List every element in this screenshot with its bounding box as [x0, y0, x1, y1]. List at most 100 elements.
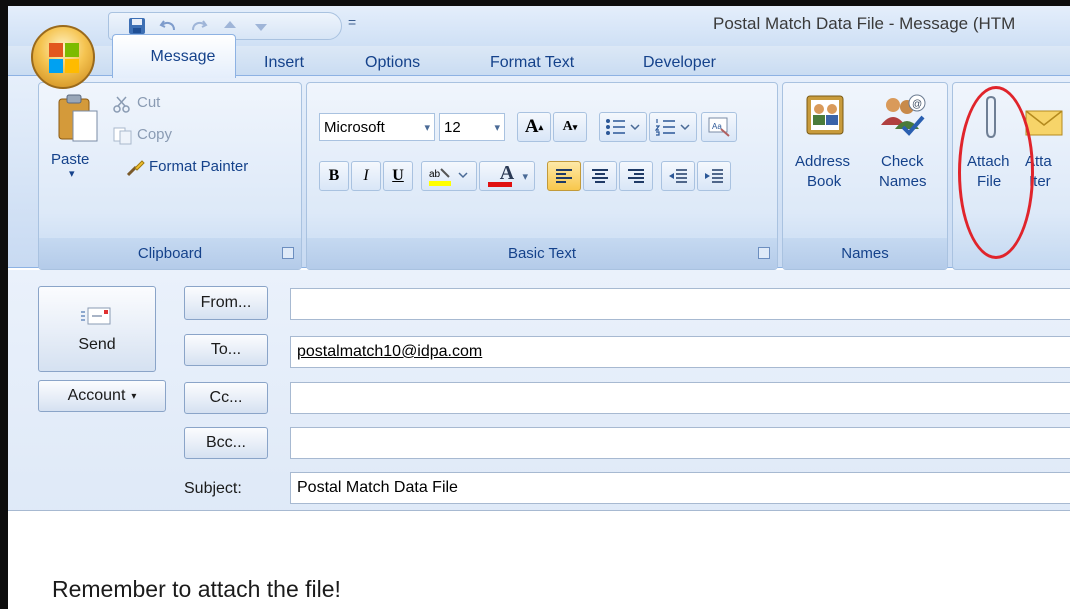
underline-button[interactable]: U — [383, 161, 413, 191]
shrink-font-icon: A — [562, 119, 573, 134]
font-color-dropdown-icon[interactable]: ▾ — [522, 170, 528, 183]
from-field[interactable] — [290, 288, 1070, 320]
bullet-list-icon — [606, 119, 640, 135]
message-body-text: Remember to attach the file! — [52, 576, 341, 602]
highlight-button[interactable]: ab — [421, 161, 477, 191]
tab-insert[interactable]: Insert — [264, 54, 304, 72]
bcc-button[interactable]: Bcc... — [184, 427, 268, 459]
check-names-label-2: Names — [879, 173, 927, 190]
attach-item-label-1: Atta — [1025, 153, 1052, 170]
attach-file-button[interactable]: Attach File — [959, 89, 1023, 209]
tab-message[interactable]: Message — [112, 34, 236, 78]
cut-label: Cut — [137, 94, 161, 111]
next-item-icon[interactable] — [251, 16, 271, 36]
align-center-button[interactable] — [583, 161, 617, 191]
previous-item-icon[interactable] — [220, 16, 240, 36]
address-book-label-2: Book — [807, 173, 842, 190]
clipboard-group-label: Clipboard — [39, 238, 301, 269]
tab-message-label: Message — [150, 47, 216, 65]
attach-item-label-2: Iter — [1029, 173, 1051, 190]
send-label: Send — [78, 336, 116, 353]
include-group: Attach File Atta Iter — [952, 82, 1070, 270]
subject-field-value: Postal Match Data File — [297, 479, 458, 496]
to-field[interactable]: postalmatch10@idpa.com — [290, 336, 1070, 368]
office-logo-icon — [49, 43, 79, 73]
bullets-button[interactable] — [599, 112, 647, 142]
check-names-label-1: Check — [881, 153, 924, 170]
align-left-icon — [556, 169, 572, 183]
paste-button[interactable]: Paste ▾ — [51, 93, 101, 183]
bold-icon: B — [328, 167, 340, 184]
redo-icon[interactable] — [189, 16, 209, 36]
tab-format-text[interactable]: Format Text — [490, 54, 574, 72]
check-names-button[interactable]: @ Check Names — [869, 89, 943, 209]
account-button[interactable]: Account ▾ — [38, 380, 166, 412]
names-group-label: Names — [783, 238, 947, 269]
paste-icon — [58, 94, 98, 142]
basic-text-dialog-launcher[interactable] — [758, 247, 770, 259]
numbering-button[interactable] — [649, 112, 697, 142]
to-field-value[interactable]: postalmatch10@idpa.com — [297, 343, 482, 361]
basic-text-label: Basic Text — [507, 245, 577, 262]
shrink-font-button[interactable]: A ▾ — [553, 112, 587, 142]
numbered-list-icon — [655, 119, 690, 136]
font-color-button[interactable]: A ▾ — [479, 161, 535, 191]
paste-label: Paste — [51, 151, 90, 168]
grow-font-button[interactable]: A ▴ — [517, 112, 551, 142]
cc-button[interactable]: Cc... — [184, 382, 268, 414]
save-icon[interactable] — [127, 16, 147, 36]
ribbon: Paste ▾ Cut Copy Format Painter Clipboar… — [8, 75, 1070, 270]
svg-text:@: @ — [912, 99, 922, 110]
undo-icon[interactable] — [158, 16, 178, 36]
brush-icon — [126, 160, 145, 177]
font-color-swatch — [488, 182, 512, 187]
clipboard-label: Clipboard — [137, 245, 203, 262]
account-dropdown-icon: ▾ — [131, 390, 137, 402]
send-button[interactable]: Send — [38, 286, 156, 372]
cut-button[interactable]: Cut — [113, 93, 233, 117]
format-painter-button[interactable]: Format Painter — [125, 157, 295, 181]
check-names-icon: @ — [881, 94, 926, 136]
clipboard-dialog-launcher[interactable] — [282, 247, 294, 259]
italic-icon: I — [363, 167, 369, 184]
attach-file-label-2: File — [977, 173, 1002, 190]
copy-button[interactable]: Copy — [113, 125, 233, 149]
subject-label: Subject: — [184, 480, 242, 497]
office-button[interactable] — [31, 25, 95, 89]
basic-text-group: Microsoft ▾ 12 ▾ A ▴ A ▾ Aa B I U ab A ▾… — [306, 82, 778, 270]
font-name-dropdown-icon[interactable]: ▾ — [424, 121, 430, 134]
font-name-combo[interactable]: Microsoft ▾ — [319, 113, 435, 141]
address-book-button[interactable]: Address Book — [789, 89, 863, 209]
to-button-label: To... — [210, 341, 242, 358]
basic-text-group-label: Basic Text — [307, 238, 777, 269]
subject-field[interactable]: Postal Match Data File — [290, 472, 1070, 504]
align-left-button[interactable] — [547, 161, 581, 191]
attach-item-button[interactable]: Atta Iter — [1025, 89, 1070, 209]
font-size-dropdown-icon[interactable]: ▾ — [494, 121, 500, 134]
font-size-value: 12 — [444, 118, 461, 136]
bold-button[interactable]: B — [319, 161, 349, 191]
customize-quick-access-button[interactable]: = — [348, 14, 356, 30]
paperclip-icon — [986, 95, 996, 139]
tab-options[interactable]: Options — [365, 54, 420, 72]
message-body[interactable]: Remember to attach the file! — [8, 510, 1070, 609]
paste-dropdown-icon[interactable]: ▾ — [69, 167, 75, 180]
send-mail-icon — [81, 307, 111, 325]
increase-indent-button[interactable] — [697, 161, 731, 191]
bcc-field[interactable] — [290, 427, 1070, 459]
italic-button[interactable]: I — [351, 161, 381, 191]
clear-formatting-button[interactable]: Aa — [701, 112, 737, 142]
from-button[interactable]: From... — [184, 286, 268, 320]
grow-font-icon: A — [524, 116, 539, 137]
decrease-indent-button[interactable] — [661, 161, 695, 191]
font-size-combo[interactable]: 12 ▾ — [439, 113, 505, 141]
tab-developer[interactable]: Developer — [643, 54, 716, 72]
outlook-message-window: = Postal Match Data File - Message (HTM … — [0, 0, 1070, 609]
account-label: Account — [67, 387, 126, 404]
names-label: Names — [841, 245, 889, 262]
to-button[interactable]: To... — [184, 334, 268, 366]
window-title: Postal Match Data File - Message (HTM — [713, 14, 1016, 33]
align-right-button[interactable] — [619, 161, 653, 191]
address-book-label-1: Address — [795, 153, 851, 170]
cc-field[interactable] — [290, 382, 1070, 414]
